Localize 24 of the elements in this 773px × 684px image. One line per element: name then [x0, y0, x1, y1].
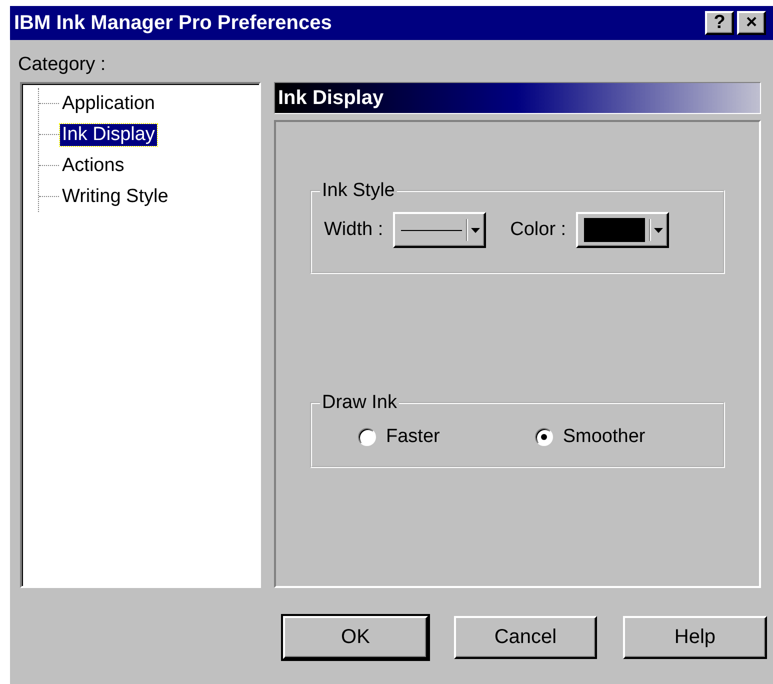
radio-button[interactable] [534, 428, 553, 446]
color-dropdown[interactable] [576, 212, 670, 248]
color-label: Color : [510, 219, 566, 241]
ok-button[interactable]: OK [283, 616, 428, 659]
help-button[interactable]: Help [623, 616, 767, 659]
radio-label[interactable]: Faster [386, 426, 440, 448]
group-title: Draw Ink [321, 392, 398, 414]
group-title: Ink Style [321, 180, 396, 202]
tree-item[interactable]: Ink Display [60, 124, 157, 146]
caret-icon [471, 228, 480, 232]
width-label: Width : [324, 219, 384, 241]
tree-item[interactable]: Actions [60, 154, 126, 176]
radio-label[interactable]: Smoother [562, 426, 646, 448]
width-dropdown[interactable] [393, 212, 486, 248]
radio-button[interactable] [358, 428, 376, 446]
close-button[interactable]: × [737, 11, 766, 35]
category-label: Category : [18, 54, 106, 76]
tree-item[interactable]: Writing Style [60, 186, 170, 208]
tree-item[interactable]: Application [60, 92, 157, 114]
panel-header: Ink Display [274, 82, 761, 114]
caret-icon [654, 228, 664, 232]
cancel-button[interactable]: Cancel [454, 616, 597, 659]
help-button[interactable]: ? [705, 11, 734, 35]
window-title: IBM Ink Manager Pro Preferences [14, 12, 333, 34]
